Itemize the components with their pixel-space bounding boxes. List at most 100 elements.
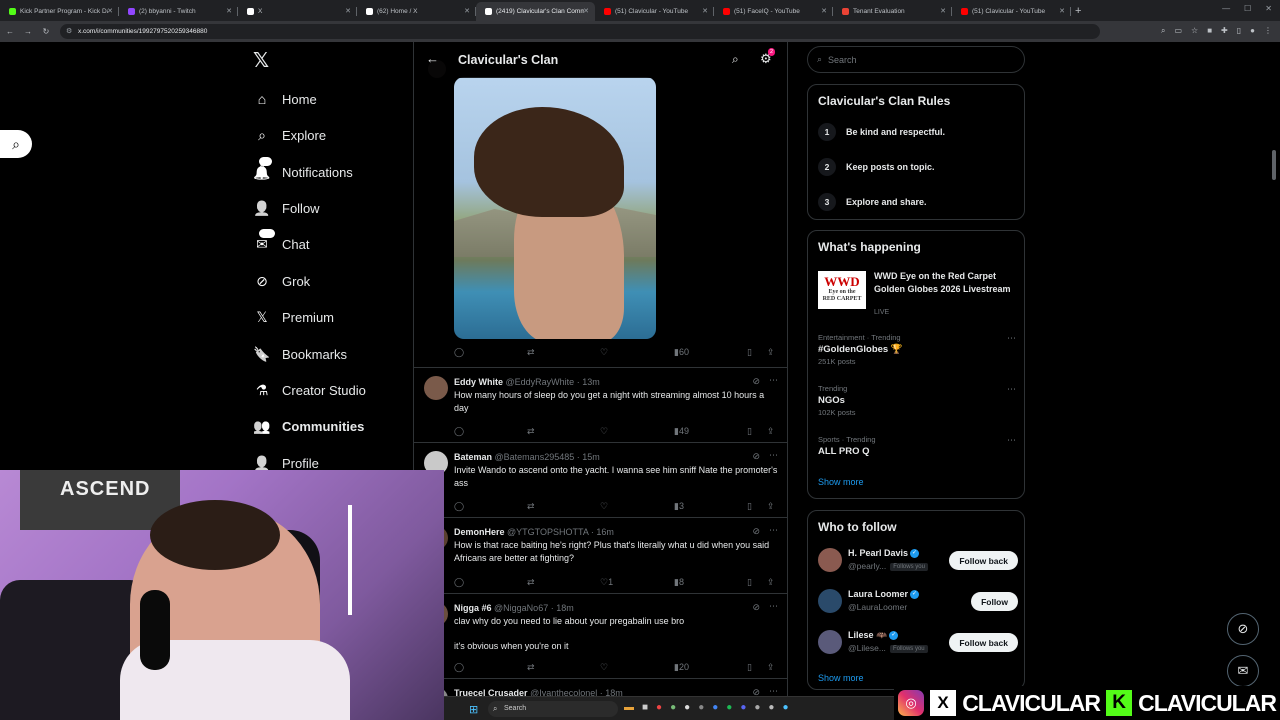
repost-icon[interactable]: ⇄ <box>527 662 535 673</box>
close-tab-icon[interactable]: ✕ <box>464 7 470 15</box>
sidebar-item-follow[interactable]: 👤 Follow <box>253 196 319 220</box>
maximize-icon[interactable]: ☐ <box>1244 4 1251 13</box>
more-icon[interactable]: ⋯ <box>769 450 778 461</box>
timestamp[interactable]: 13m <box>582 377 600 387</box>
repost-icon[interactable]: ⇄ <box>527 577 535 588</box>
author-handle[interactable]: @EddyRayWhite <box>506 377 575 387</box>
sidebar-item-home[interactable]: ⌂ Home <box>253 87 317 111</box>
author-handle[interactable]: @YTGTOPSHOTTA <box>507 527 588 537</box>
avatar[interactable] <box>818 630 842 654</box>
like-icon[interactable]: ♡ <box>600 501 608 512</box>
browser-tab[interactable]: X ✕ <box>238 2 357 21</box>
follow-button[interactable]: Follow back <box>949 551 1018 570</box>
author-name[interactable]: Bateman <box>454 452 492 462</box>
tweet[interactable]: Nigga #6 @NiggaNo67 · 18m ⊘ ⋯ clav why do y… <box>414 593 787 678</box>
new-tab-button[interactable]: + <box>1075 5 1081 17</box>
forward-icon[interactable]: → <box>20 27 36 36</box>
more-icon[interactable]: ⋯ <box>769 375 778 386</box>
show-more-link[interactable]: Show more <box>818 477 864 487</box>
scrollbar[interactable] <box>1272 150 1276 180</box>
views-icon[interactable]: ▮ 49 <box>674 426 689 437</box>
grok-icon[interactable]: ⊘ <box>752 602 760 613</box>
avatar[interactable] <box>818 589 842 613</box>
author-handle[interactable]: @Batemans295485 <box>495 452 575 462</box>
views-icon[interactable]: ▮ 20 <box>674 662 689 673</box>
extension-icon[interactable]: ■ <box>1207 26 1212 36</box>
tweet[interactable]: Bateman @Batemans295485 · 15m ⊘ ⋯ Invite Wa… <box>414 442 787 517</box>
sidebar-item-chat[interactable]: ✉ 20+ Chat <box>253 229 309 256</box>
reply-icon[interactable]: ◯ <box>454 577 464 588</box>
sidebar-item-bookmarks[interactable]: 🔖 Bookmarks <box>253 342 347 366</box>
like-icon[interactable]: ♡ <box>600 426 608 437</box>
follow-suggestion[interactable]: Lilese 🦇 ✓ @Lilese... Follows you Follow bac… <box>818 627 1018 657</box>
post-image[interactable] <box>454 77 656 339</box>
profile-avatar[interactable]: ● <box>1250 26 1255 36</box>
timestamp[interactable]: 15m <box>582 452 600 462</box>
x-logo-icon[interactable]: 𝕏 <box>253 51 273 71</box>
sidebar-item-grok[interactable]: ⊘ Grok <box>253 269 310 293</box>
more-icon[interactable]: ⋯ <box>1007 333 1016 344</box>
follow-suggestion[interactable]: H. Pearl Davis ✓ @pearly... Follows you Foll… <box>818 545 1018 575</box>
search-icon[interactable]: ⌕ <box>732 52 739 67</box>
share-icon[interactable]: ⇪ <box>767 662 775 673</box>
share-icon[interactable]: ⇪ <box>767 426 775 437</box>
reply-icon[interactable]: ◯ <box>454 426 464 437</box>
like-icon[interactable]: ♡ <box>600 347 608 358</box>
minimize-icon[interactable]: — <box>1222 4 1230 13</box>
close-tab-icon[interactable]: ✕ <box>345 7 351 15</box>
app-icon[interactable]: ● <box>698 702 704 713</box>
more-icon[interactable]: ⋯ <box>1007 435 1016 446</box>
back-icon[interactable]: ← <box>2 27 18 36</box>
windows-start-icon[interactable]: ⊞ <box>469 703 478 716</box>
site-info-icon[interactable]: ⚙ <box>66 27 72 35</box>
share-icon[interactable]: ⇪ <box>767 347 775 358</box>
app-icon[interactable]: ■ <box>642 702 648 713</box>
follow-button[interactable]: Follow back <box>949 633 1018 652</box>
close-tab-icon[interactable]: ✕ <box>702 7 708 15</box>
close-tab-icon[interactable]: ✕ <box>821 7 827 15</box>
timestamp[interactable]: 16m <box>596 527 614 537</box>
repost-icon[interactable]: ⇄ <box>527 426 535 437</box>
more-icon[interactable]: ⋯ <box>769 525 778 536</box>
show-more-link[interactable]: Show more <box>818 673 864 683</box>
zoom-icon[interactable]: ⌕ <box>1161 26 1165 36</box>
sidebar-item-notifications[interactable]: 🔔 18 Notifications <box>253 157 353 184</box>
like-icon[interactable]: ♡ <box>600 662 608 673</box>
bookmark-icon[interactable]: ▯ <box>747 662 752 673</box>
taskbar-search[interactable]: ⌕ Search <box>488 701 618 717</box>
repost-icon[interactable]: ⇄ <box>527 501 535 512</box>
bookmark-icon[interactable]: ▯ <box>747 347 752 358</box>
cast-icon[interactable]: ▭ <box>1174 26 1182 36</box>
more-icon[interactable]: ⋯ <box>1007 384 1016 395</box>
share-icon[interactable]: ⇪ <box>767 501 775 512</box>
sidebar-item-communities[interactable]: 👥 Communities <box>253 414 364 438</box>
follow-button[interactable]: Follow <box>971 592 1018 611</box>
app-icon[interactable]: ● <box>768 702 774 713</box>
browser-tab[interactable]: (51) Clavicular - YouTube ✕ <box>952 2 1071 21</box>
reply-icon[interactable]: ◯ <box>454 662 464 673</box>
close-tab-icon[interactable]: ✕ <box>1059 7 1065 15</box>
featured-event-title[interactable]: WWD Eye on the Red Carpet Golden Globes … <box>874 270 1014 295</box>
author-name[interactable]: DemonHere <box>454 527 505 537</box>
search-input[interactable]: ⌕ Search <box>807 46 1025 73</box>
chrome-icon[interactable]: ● <box>712 702 718 713</box>
browser-tab[interactable]: Kick Partner Program - Kick Dash ✕ <box>0 2 119 21</box>
close-tab-icon[interactable]: ✕ <box>940 7 946 15</box>
grok-icon[interactable]: ⊘ <box>752 376 760 387</box>
reload-icon[interactable]: ↻ <box>38 27 54 36</box>
star-icon[interactable]: ☆ <box>1191 26 1198 36</box>
reply-icon[interactable]: ◯ <box>454 501 464 512</box>
follow-suggestion[interactable]: Laura Loomer ✓ @LauraLoomer Follow <box>818 586 1018 616</box>
timestamp[interactable]: 18m <box>556 603 574 613</box>
browser-tab[interactable]: (2419) Clavicular's Clan Community✕ <box>476 2 595 21</box>
like-icon[interactable]: ♡ 1 <box>600 577 613 588</box>
trend-item[interactable]: Trending NGOs 102K posts ⋯ <box>818 384 1018 417</box>
app-icon[interactable]: ● <box>754 702 760 713</box>
grok-fab-icon[interactable]: ⊘ <box>1227 613 1259 645</box>
browser-tab[interactable]: Tenant Evaluation ✕ <box>833 2 952 21</box>
more-icon[interactable]: ⋯ <box>769 601 778 612</box>
views-icon[interactable]: ▮ 8 <box>674 577 684 588</box>
menu-icon[interactable]: ⋮ <box>1264 26 1272 36</box>
tweet[interactable]: DemonHere @YTGTOPSHOTTA · 16m ⊘ ⋯ How is th… <box>414 517 787 593</box>
app-icon[interactable]: ● <box>782 702 788 713</box>
